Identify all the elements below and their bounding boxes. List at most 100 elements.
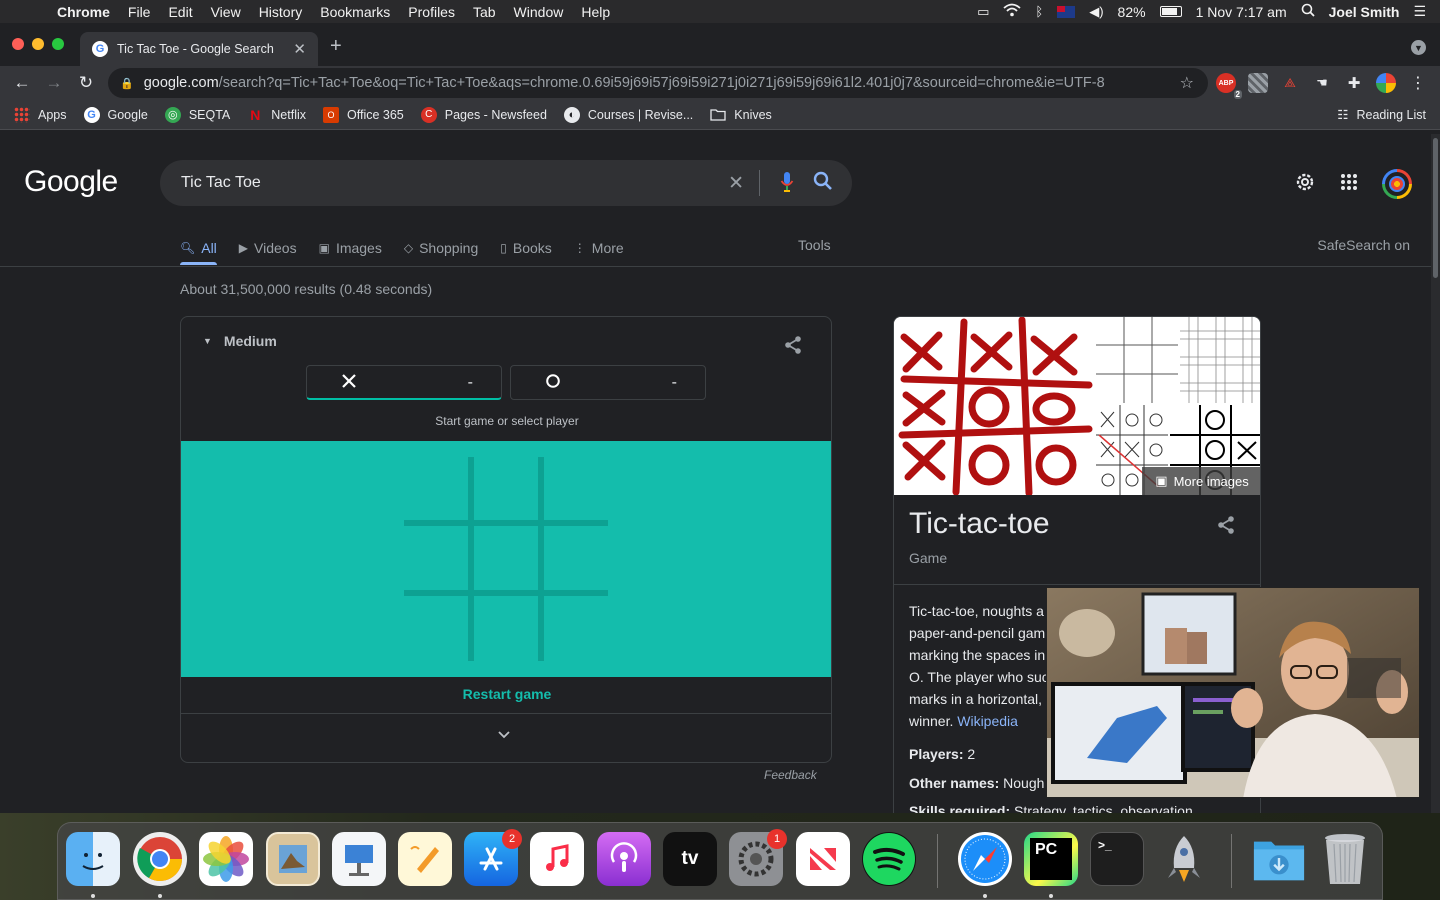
google-icon: G [83, 106, 100, 123]
share-icon[interactable] [783, 335, 803, 360]
finder-icon[interactable] [66, 832, 120, 886]
zoom-window-button[interactable] [52, 38, 64, 50]
reading-list-button[interactable]: ☷ Reading List [1337, 107, 1426, 123]
menu-history[interactable]: History [250, 4, 312, 20]
bookmark-office365[interactable]: O Office 365 [323, 106, 404, 123]
tab-shopping[interactable]: ◇ Shopping [404, 235, 478, 261]
adblock-extension-icon[interactable]: ABP 2 [1216, 73, 1242, 99]
tab-all[interactable]: 🔍︎ All [180, 235, 217, 261]
tab-videos[interactable]: ▶ Videos [239, 235, 297, 261]
tag-icon: ◇ [403, 241, 414, 255]
battery-icon[interactable] [1159, 6, 1182, 17]
back-button[interactable]: ← [6, 73, 38, 93]
safesearch-toggle[interactable]: SafeSearch on [1317, 237, 1410, 253]
rocket-app-icon[interactable] [1157, 832, 1211, 886]
chrome-icon[interactable] [133, 832, 187, 886]
search-input[interactable]: Tic Tac Toe ✕ [160, 160, 852, 206]
bookmark-courses[interactable]: ◐ Courses | Revise... [563, 106, 693, 123]
forward-button[interactable]: → [38, 73, 70, 93]
trash-icon[interactable] [1318, 832, 1372, 886]
lock-icon[interactable]: 🔒 [120, 77, 134, 90]
clock[interactable]: 1 Nov 7:17 am [1196, 4, 1287, 20]
photos-icon[interactable] [199, 832, 253, 886]
profile-avatar-icon[interactable] [1376, 73, 1396, 93]
tab-search-icon[interactable]: ▼ [1411, 40, 1426, 55]
podcasts-icon[interactable] [597, 832, 651, 886]
preview-icon[interactable] [266, 832, 320, 886]
keynote-icon[interactable] [332, 832, 386, 886]
tab-more[interactable]: ⋮ More [574, 235, 624, 261]
menu-help[interactable]: Help [572, 4, 619, 20]
knowledge-images[interactable]: ▣ More images [894, 317, 1260, 497]
reload-button[interactable]: ↻ [70, 73, 102, 93]
music-icon[interactable] [530, 832, 584, 886]
more-images-button[interactable]: ▣ More images [1142, 467, 1260, 495]
control-center-icon[interactable]: ☰ [1413, 3, 1426, 20]
safari-icon[interactable] [958, 832, 1012, 886]
fact-label: Players: [909, 746, 964, 762]
minimize-window-button[interactable] [32, 38, 44, 50]
menu-app-name[interactable]: Chrome [48, 4, 119, 20]
close-window-button[interactable] [12, 38, 24, 50]
address-bar[interactable]: 🔒 google.com /search?q=Tic+Tac+Toe&oq=Ti… [108, 68, 1208, 98]
bookmark-apps[interactable]: Apps [14, 106, 67, 123]
menu-edit[interactable]: Edit [159, 4, 201, 20]
bookmark-star-icon[interactable]: ☆ [1180, 73, 1194, 93]
tab-images[interactable]: ▣ Images [319, 235, 382, 261]
browser-tab-active[interactable]: G Tic Tac Toe - Google Search ✕ [80, 32, 318, 66]
voice-search-icon[interactable] [780, 171, 794, 198]
tools-button[interactable]: Tools [798, 237, 831, 253]
restart-game-button[interactable]: Restart game [181, 686, 831, 702]
downloads-folder-icon[interactable] [1252, 832, 1306, 886]
page-scrollbar[interactable] [1431, 134, 1440, 814]
webcam-overlay-video[interactable] [1046, 587, 1420, 798]
google-apps-grid-icon[interactable] [1340, 173, 1358, 196]
grid-extension-icon[interactable] [1248, 73, 1268, 93]
pycharm-icon[interactable]: PC [1024, 832, 1078, 886]
player-o-button[interactable]: - [510, 365, 706, 400]
bookmark-seqta[interactable]: ◎ SEQTA [164, 106, 230, 123]
bookmark-folder-knives[interactable]: Knives [710, 107, 772, 123]
wikipedia-link[interactable]: Wikipedia [957, 713, 1018, 729]
menu-tab[interactable]: Tab [464, 4, 505, 20]
hand-extension-icon[interactable]: ☚ [1312, 73, 1332, 93]
apple-tv-icon[interactable]: tv [663, 832, 717, 886]
spotify-icon[interactable] [862, 832, 916, 886]
player-x-button[interactable]: - [306, 365, 502, 400]
menu-file[interactable]: File [119, 4, 160, 20]
bookmark-netflix[interactable]: N Netflix [247, 107, 306, 123]
bookmark-pages-newsfeed[interactable]: C Pages - Newsfeed [420, 106, 547, 123]
new-tab-button[interactable]: + [330, 35, 342, 58]
chrome-menu-icon[interactable]: ⋮ [1408, 73, 1428, 93]
feedback-link[interactable]: Feedback [764, 768, 817, 782]
difficulty-dropdown[interactable]: ▼ Medium [203, 333, 277, 349]
bookmark-google[interactable]: G Google [83, 106, 148, 123]
account-avatar[interactable] [1382, 169, 1412, 199]
tab-books[interactable]: ▯ Books [500, 235, 552, 261]
spotlight-search-icon[interactable] [1301, 3, 1315, 20]
menu-bookmarks[interactable]: Bookmarks [311, 4, 399, 20]
knowledge-share-icon[interactable] [1216, 515, 1236, 540]
flag-input-source-icon[interactable] [1057, 5, 1076, 18]
clear-search-icon[interactable]: ✕ [728, 172, 744, 195]
search-button-icon[interactable] [812, 170, 834, 197]
volume-icon[interactable]: ◀) [1089, 4, 1103, 20]
pages-app-icon[interactable] [398, 832, 452, 886]
google-logo[interactable]: Google [24, 165, 118, 199]
screen-mirroring-icon[interactable]: ▭ [977, 4, 989, 20]
menu-window[interactable]: Window [505, 4, 573, 20]
terminal-icon[interactable]: >_ [1090, 832, 1144, 886]
wifi-icon[interactable] [1003, 3, 1021, 20]
acrobat-extension-icon[interactable]: ⟁ [1280, 73, 1300, 93]
game-board[interactable] [181, 441, 831, 677]
news-icon[interactable] [796, 832, 850, 886]
user-name[interactable]: Joel Smith [1329, 4, 1400, 20]
settings-gear-icon[interactable] [1294, 171, 1316, 198]
extensions-puzzle-icon[interactable]: ✚ [1344, 73, 1364, 93]
menu-profiles[interactable]: Profiles [399, 4, 464, 20]
scrollbar-thumb[interactable] [1433, 138, 1438, 278]
expand-chevron-icon[interactable] [497, 727, 511, 743]
tab-close-icon[interactable]: ✕ [293, 40, 306, 58]
menu-view[interactable]: View [202, 4, 250, 20]
bluetooth-icon[interactable]: ᛒ [1035, 4, 1043, 19]
